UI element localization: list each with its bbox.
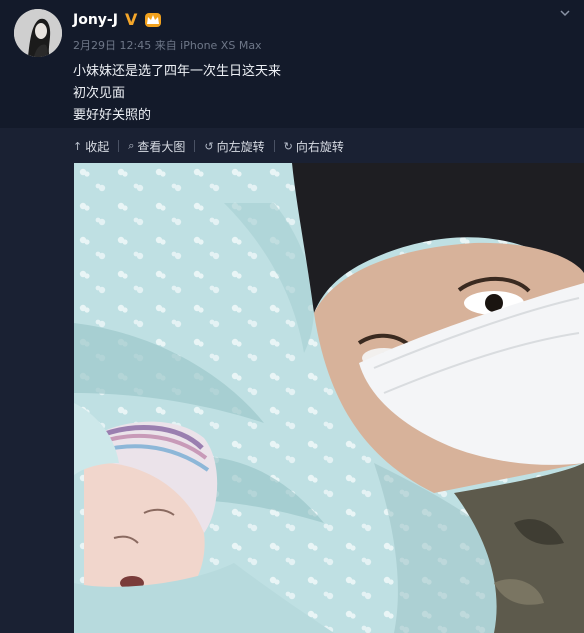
toolbar-divider <box>118 140 120 152</box>
collapse-button[interactable]: ↑ 收起 <box>73 138 109 155</box>
collapse-label: 收起 <box>85 139 110 154</box>
post-text-line-1: 小妹妹还是选了四年一次生日这天来 <box>73 64 282 79</box>
crown-badge-icon[interactable] <box>145 13 161 27</box>
view-large-button[interactable]: ⌕ 查看大图 <box>128 138 185 155</box>
chevron-down-icon[interactable] <box>560 8 570 18</box>
view-large-label: 查看大图 <box>137 139 186 154</box>
up-arrow-icon: ↑ <box>73 139 83 153</box>
media-toolbar: ↑ 收起 ⌕ 查看大图 ↺ 向左旋转 ↻ 向右旋转 <box>73 136 344 156</box>
rotate-right-label: 向右旋转 <box>295 139 344 154</box>
user-avatar[interactable] <box>14 9 62 57</box>
post-meta: 2月29日 12:45 来自 iPhone XS Max <box>73 39 262 52</box>
post-text-line-3: 要好好关照的 <box>73 108 152 123</box>
rotate-right-icon: ↻ <box>283 139 293 153</box>
magnifier-icon: ⌕ <box>128 139 135 152</box>
rotate-left-label: 向左旋转 <box>216 139 265 154</box>
rotate-right-button[interactable]: ↻ 向右旋转 <box>284 138 344 155</box>
verified-icon[interactable]: V <box>125 12 137 28</box>
toolbar-divider <box>194 140 196 152</box>
toolbar-divider <box>273 140 275 152</box>
rotate-left-icon: ↺ <box>204 139 214 153</box>
post-text-line-2: 初次见面 <box>73 86 126 101</box>
username-link[interactable]: Jony-J <box>73 12 118 28</box>
rotate-left-button[interactable]: ↺ 向左旋转 <box>204 138 264 155</box>
post-photo[interactable] <box>74 163 584 633</box>
